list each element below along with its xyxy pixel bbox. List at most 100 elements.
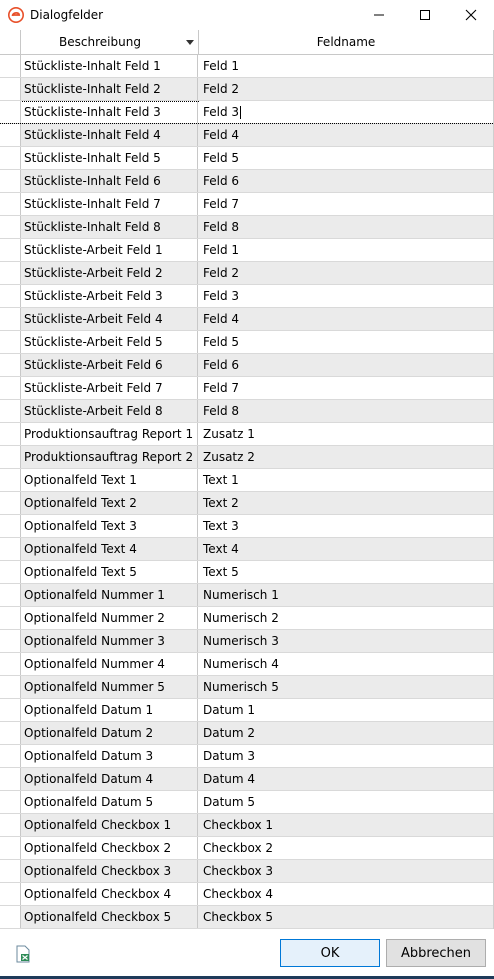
- table-row[interactable]: Stückliste-Inhalt Feld 7 Feld 7: [0, 193, 493, 216]
- cell-feldname[interactable]: Feld 3: [199, 101, 493, 123]
- row-header[interactable]: [0, 561, 21, 583]
- row-header[interactable]: [0, 55, 21, 77]
- cell-beschreibung[interactable]: Optionalfeld Checkbox 4: [20, 883, 198, 905]
- cell-feldname[interactable]: Feld 2: [199, 262, 493, 284]
- table-row[interactable]: Optionalfeld Text 5 Text 5: [0, 561, 493, 584]
- row-header[interactable]: [0, 193, 21, 215]
- table-row[interactable]: Optionalfeld Text 1 Text 1: [0, 469, 493, 492]
- cell-feldname[interactable]: Feld 6: [199, 354, 493, 376]
- cell-feldname[interactable]: Zusatz 1: [199, 423, 493, 445]
- cell-feldname[interactable]: Feld 8: [199, 400, 493, 422]
- cell-beschreibung[interactable]: Stückliste-Arbeit Feld 4: [20, 308, 198, 330]
- cell-beschreibung[interactable]: Optionalfeld Datum 4: [20, 768, 198, 790]
- cell-beschreibung[interactable]: Optionalfeld Datum 3: [20, 745, 198, 767]
- close-button[interactable]: [448, 0, 494, 30]
- cell-feldname[interactable]: Feld 8: [199, 216, 493, 238]
- row-header[interactable]: [0, 538, 21, 560]
- row-header[interactable]: [0, 837, 21, 859]
- table-row[interactable]: Optionalfeld Nummer 4 Numerisch 4: [0, 653, 493, 676]
- cell-beschreibung[interactable]: Stückliste-Arbeit Feld 7: [20, 377, 198, 399]
- table-row[interactable]: Stückliste-Inhalt Feld 6 Feld 6: [0, 170, 493, 193]
- cell-beschreibung[interactable]: Optionalfeld Text 4: [20, 538, 198, 560]
- row-header[interactable]: [0, 308, 21, 330]
- row-header[interactable]: [0, 791, 21, 813]
- row-header[interactable]: [0, 446, 21, 468]
- table-row[interactable]: Optionalfeld Text 2 Text 2: [0, 492, 493, 515]
- row-header[interactable]: [0, 239, 21, 261]
- cell-feldname[interactable]: Feld 5: [199, 147, 493, 169]
- cell-feldname[interactable]: Numerisch 3: [199, 630, 493, 652]
- row-header[interactable]: [0, 170, 21, 192]
- table-row[interactable]: Optionalfeld Datum 2 Datum 2: [0, 722, 493, 745]
- row-header[interactable]: [0, 377, 21, 399]
- cell-beschreibung[interactable]: Stückliste-Inhalt Feld 5: [20, 147, 198, 169]
- table-row[interactable]: Optionalfeld Text 4 Text 4: [0, 538, 493, 561]
- cell-feldname[interactable]: Text 5: [199, 561, 493, 583]
- cell-feldname[interactable]: Feld 5: [199, 331, 493, 353]
- cell-feldname[interactable]: Zusatz 2: [199, 446, 493, 468]
- cancel-button[interactable]: Abbrechen: [386, 939, 486, 967]
- table-row[interactable]: Optionalfeld Datum 5 Datum 5: [0, 791, 493, 814]
- cell-feldname[interactable]: Numerisch 1: [199, 584, 493, 606]
- table-row[interactable]: Stückliste-Arbeit Feld 2 Feld 2: [0, 262, 493, 285]
- cell-beschreibung[interactable]: Optionalfeld Nummer 1: [20, 584, 198, 606]
- row-header[interactable]: [0, 78, 21, 100]
- cell-beschreibung[interactable]: Stückliste-Arbeit Feld 1: [20, 239, 198, 261]
- table-row[interactable]: Stückliste-Inhalt Feld 1 Feld 1: [0, 55, 493, 78]
- cell-feldname[interactable]: Feld 7: [199, 193, 493, 215]
- row-header[interactable]: [0, 423, 21, 445]
- cell-feldname[interactable]: Feld 4: [199, 124, 493, 146]
- cell-beschreibung[interactable]: Optionalfeld Checkbox 2: [20, 837, 198, 859]
- cell-beschreibung[interactable]: Produktionsauftrag Report 2: [20, 446, 198, 468]
- row-header[interactable]: [0, 331, 21, 353]
- cell-beschreibung[interactable]: Optionalfeld Checkbox 5: [20, 906, 198, 928]
- cell-feldname[interactable]: Datum 1: [199, 699, 493, 721]
- cell-beschreibung[interactable]: Stückliste-Arbeit Feld 8: [20, 400, 198, 422]
- cell-beschreibung[interactable]: Stückliste-Inhalt Feld 2: [20, 78, 198, 100]
- row-header[interactable]: [0, 653, 21, 675]
- cell-feldname[interactable]: Checkbox 3: [199, 860, 493, 882]
- row-header[interactable]: [0, 124, 21, 146]
- table-row[interactable]: Optionalfeld Datum 3 Datum 3: [0, 745, 493, 768]
- table-row[interactable]: Optionalfeld Checkbox 1 Checkbox 1: [0, 814, 493, 837]
- row-header[interactable]: [0, 101, 21, 123]
- row-header[interactable]: [0, 860, 21, 882]
- cell-feldname[interactable]: Checkbox 1: [199, 814, 493, 836]
- row-header[interactable]: [0, 607, 21, 629]
- cell-beschreibung[interactable]: Optionalfeld Datum 1: [20, 699, 198, 721]
- cell-feldname[interactable]: Checkbox 5: [199, 906, 493, 928]
- cell-beschreibung[interactable]: Optionalfeld Text 3: [20, 515, 198, 537]
- row-header[interactable]: [0, 147, 21, 169]
- cell-feldname[interactable]: Checkbox 2: [199, 837, 493, 859]
- cell-beschreibung[interactable]: Stückliste-Inhalt Feld 4: [20, 124, 198, 146]
- row-header[interactable]: [0, 814, 21, 836]
- column-header-feldname[interactable]: Feldname: [199, 30, 493, 54]
- cell-beschreibung[interactable]: Optionalfeld Checkbox 1: [20, 814, 198, 836]
- row-header[interactable]: [0, 469, 21, 491]
- cell-feldname[interactable]: Feld 2: [199, 78, 493, 100]
- cell-feldname[interactable]: Feld 1: [199, 55, 493, 77]
- row-header[interactable]: [0, 745, 21, 767]
- table-row[interactable]: Stückliste-Inhalt Feld 5 Feld 5: [0, 147, 493, 170]
- cell-beschreibung[interactable]: Produktionsauftrag Report 1: [20, 423, 198, 445]
- table-row[interactable]: Stückliste-Arbeit Feld 5 Feld 5: [0, 331, 493, 354]
- row-header[interactable]: [0, 400, 21, 422]
- row-header[interactable]: [0, 354, 21, 376]
- dialog-fields-grid[interactable]: Beschreibung Feldname Stückliste-Inhalt …: [0, 30, 494, 929]
- cell-feldname[interactable]: Checkbox 4: [199, 883, 493, 905]
- table-row[interactable]: Optionalfeld Checkbox 2 Checkbox 2: [0, 837, 493, 860]
- cell-feldname[interactable]: Datum 2: [199, 722, 493, 744]
- table-row[interactable]: Stückliste-Arbeit Feld 1 Feld 1: [0, 239, 493, 262]
- table-row[interactable]: Optionalfeld Datum 4 Datum 4: [0, 768, 493, 791]
- cell-feldname[interactable]: Feld 1: [199, 239, 493, 261]
- table-row[interactable]: Optionalfeld Checkbox 4 Checkbox 4: [0, 883, 493, 906]
- cell-beschreibung[interactable]: Optionalfeld Nummer 3: [20, 630, 198, 652]
- table-row[interactable]: Stückliste-Arbeit Feld 4 Feld 4: [0, 308, 493, 331]
- cell-beschreibung[interactable]: Optionalfeld Nummer 5: [20, 676, 198, 698]
- column-header-beschreibung[interactable]: Beschreibung: [20, 30, 199, 54]
- table-row[interactable]: Stückliste-Inhalt Feld 2 Feld 2: [0, 78, 493, 101]
- table-row[interactable]: Optionalfeld Nummer 1 Numerisch 1: [0, 584, 493, 607]
- row-header[interactable]: [0, 584, 21, 606]
- cell-beschreibung[interactable]: Stückliste-Inhalt Feld 8: [20, 216, 198, 238]
- cell-feldname[interactable]: Datum 5: [199, 791, 493, 813]
